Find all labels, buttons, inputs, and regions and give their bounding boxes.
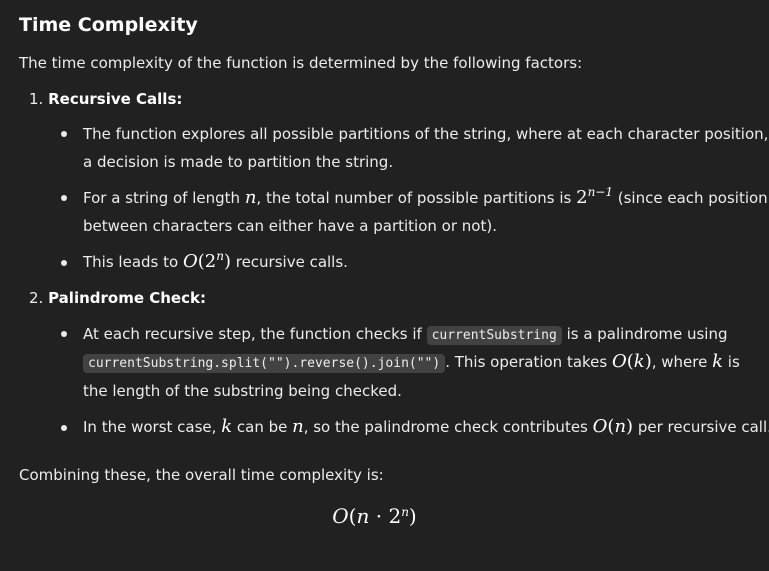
palindrome-bullet-1-line-2: currentSubstring.split("").reverse().joi… xyxy=(83,351,740,373)
bullet-icon xyxy=(61,331,67,337)
overall-complexity-formula: O(n · 2n) xyxy=(332,504,417,528)
bullet-icon xyxy=(61,260,67,266)
bullet-icon xyxy=(61,425,67,431)
section-2-title: Palindrome Check: xyxy=(48,289,206,307)
inline-code: currentSubstring xyxy=(426,326,562,345)
check-cost-formula: O(k) xyxy=(611,351,652,372)
partitions-formula: 2n−1 xyxy=(576,185,613,208)
recursive-bullet-2-line-2: between characters can either have a par… xyxy=(83,217,497,235)
section-1-number: 1. xyxy=(29,90,44,108)
bullet-icon xyxy=(61,131,67,137)
recursive-bullet-1-line-1: The function explores all possible parti… xyxy=(83,125,769,143)
intro-text: The time complexity of the function is d… xyxy=(19,54,583,72)
section-2-heading: 2. Palindrome Check: xyxy=(29,289,206,307)
bullet-icon xyxy=(61,195,67,201)
section-1-heading: 1. Recursive Calls: xyxy=(29,90,182,108)
palindrome-bullet-1-line-3: the length of the substring being checke… xyxy=(83,382,402,400)
section-2-number: 2. xyxy=(29,289,44,307)
recursive-bullet-3: This leads to O(2n) recursive calls. xyxy=(83,249,348,272)
palindrome-bullet-1-line-1: At each recursive step, the function che… xyxy=(83,325,728,345)
check-contribution-formula: O(n) xyxy=(592,416,634,437)
recursive-bullet-1-line-2: a decision is made to partition the stri… xyxy=(83,153,394,171)
recursive-calls-formula: O(2n) xyxy=(182,249,231,272)
page-title: Time Complexity xyxy=(19,14,198,36)
section-1-title: Recursive Calls: xyxy=(48,90,183,108)
palindrome-bullet-2: In the worst case, k can be n, so the pa… xyxy=(83,416,769,437)
inline-code: currentSubstring.split("").reverse().joi… xyxy=(83,354,446,373)
recursive-bullet-2-line-1: For a string of length n, the total numb… xyxy=(83,185,768,208)
conclusion-text: Combining these, the overall time comple… xyxy=(19,466,384,484)
